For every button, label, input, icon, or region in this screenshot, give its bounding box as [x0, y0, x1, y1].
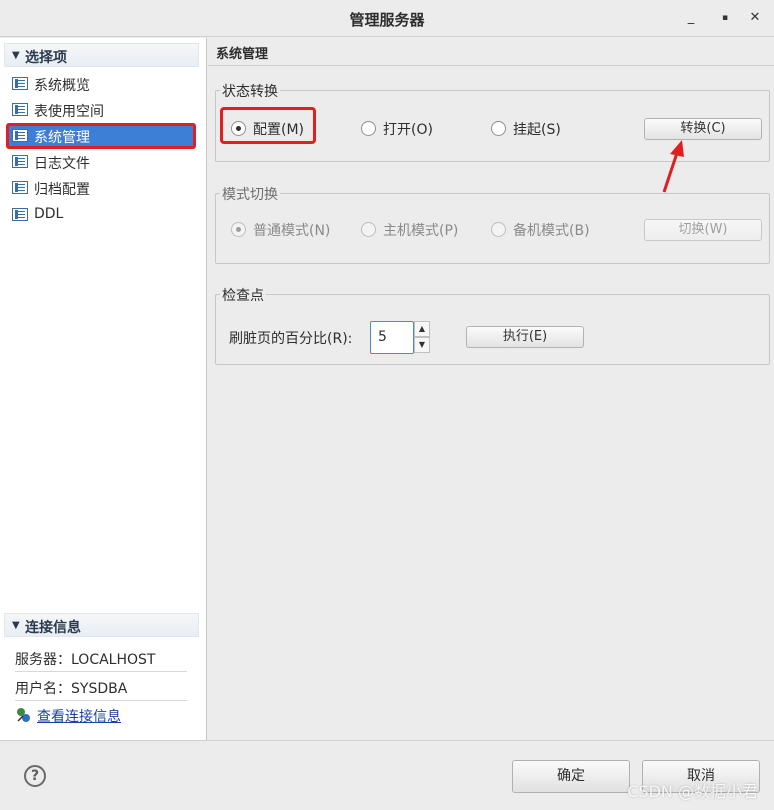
- sidebar: ▼ 选择项 系统概览 表使用空间 系统管理 日志文件 归档配置 DDL ▼ 连接…: [0, 38, 207, 740]
- radio-label: 挂起(S): [513, 122, 561, 138]
- convert-button[interactable]: 转换(C): [644, 118, 762, 140]
- table-icon: [12, 181, 28, 194]
- sidebar-item-label: 归档配置: [34, 182, 90, 198]
- sidebar-item-label: 表使用空间: [34, 104, 104, 120]
- connection-section-label: 连接信息: [25, 620, 81, 636]
- dirty-page-percent-stepper[interactable]: 5 ▲ ▼: [370, 321, 430, 354]
- switch-button[interactable]: 切换(W): [644, 219, 762, 241]
- view-connection-info-link[interactable]: 查看连接信息: [37, 706, 121, 726]
- user-info-text: 用户名：SYSDBA: [15, 681, 128, 697]
- window-title: 管理服务器: [349, 11, 425, 29]
- server-info-text: 服务器：LOCALHOST: [15, 652, 156, 668]
- maximize-button[interactable]: ▪: [716, 9, 734, 27]
- sidebar-item-archive-config[interactable]: 归档配置: [8, 176, 194, 200]
- radio-indicator: [491, 222, 506, 237]
- select-section-label: 选择项: [25, 50, 67, 66]
- table-icon: [12, 208, 28, 221]
- radio-label: 备机模式(B): [513, 223, 590, 239]
- minimize-button[interactable]: _: [682, 9, 700, 27]
- select-section-header[interactable]: ▼ 选择项: [4, 43, 199, 67]
- user-info-row: 用户名：SYSDBA: [15, 673, 187, 701]
- execute-button[interactable]: 执行(E): [466, 326, 584, 348]
- radio-indicator: [361, 222, 376, 237]
- state-group-title: 状态转换: [220, 81, 280, 101]
- mode-group-title: 模式切换: [220, 184, 280, 204]
- sidebar-item-label: 日志文件: [34, 156, 90, 172]
- checkpoint-group-title: 检查点: [220, 285, 266, 305]
- title-bar: 管理服务器 _ ▪ ✕: [0, 0, 774, 37]
- server-info-row: 服务器：LOCALHOST: [15, 644, 187, 672]
- sidebar-item-label: DDL: [34, 206, 64, 222]
- radio-indicator: [231, 222, 246, 237]
- decrement-arrow-icon[interactable]: ▼: [414, 337, 430, 353]
- table-icon: [12, 103, 28, 116]
- radio-indicator: [491, 121, 506, 136]
- radio-label: 普通模式(N): [253, 223, 331, 239]
- ok-button[interactable]: 确定: [512, 760, 630, 793]
- radio-label: 主机模式(P): [383, 223, 459, 239]
- increment-arrow-icon[interactable]: ▲: [414, 321, 430, 337]
- connection-info-icon: [17, 708, 30, 722]
- close-button[interactable]: ✕: [746, 9, 764, 27]
- watermark: CSDN @数据小君: [627, 782, 758, 801]
- sidebar-item-ddl[interactable]: DDL: [8, 203, 194, 227]
- dirty-page-percent-input[interactable]: 5: [370, 321, 414, 354]
- dirty-page-percent-label: 刷脏页的百分比(R):: [229, 331, 353, 347]
- collapse-triangle-icon: ▼: [12, 50, 20, 61]
- sidebar-item-system-management[interactable]: 系统管理: [6, 123, 196, 149]
- annotation-highlight-box: [220, 107, 316, 144]
- sidebar-item-table-space[interactable]: 表使用空间: [8, 98, 194, 122]
- annotation-arrow-icon: [662, 140, 684, 193]
- sidebar-item-log-files[interactable]: 日志文件: [8, 150, 194, 174]
- connection-section-header[interactable]: ▼ 连接信息: [4, 613, 199, 637]
- main-panel: 系统管理 状态转换 配置(M) 打开(O) 挂起(S) 转换(C) 模式切换 普…: [208, 38, 774, 740]
- radio-label: 打开(O): [383, 122, 433, 138]
- sidebar-item-overview[interactable]: 系统概览: [8, 72, 194, 96]
- table-icon: [12, 155, 28, 168]
- table-icon: [12, 129, 28, 142]
- sidebar-item-label: 系统概览: [34, 78, 90, 94]
- page-title: 系统管理: [216, 47, 269, 62]
- collapse-triangle-icon: ▼: [12, 620, 20, 631]
- help-icon[interactable]: ?: [24, 765, 46, 787]
- sidebar-item-label: 系统管理: [34, 130, 90, 146]
- radio-indicator: [361, 121, 376, 136]
- title-divider: [208, 65, 774, 66]
- table-icon: [12, 77, 28, 90]
